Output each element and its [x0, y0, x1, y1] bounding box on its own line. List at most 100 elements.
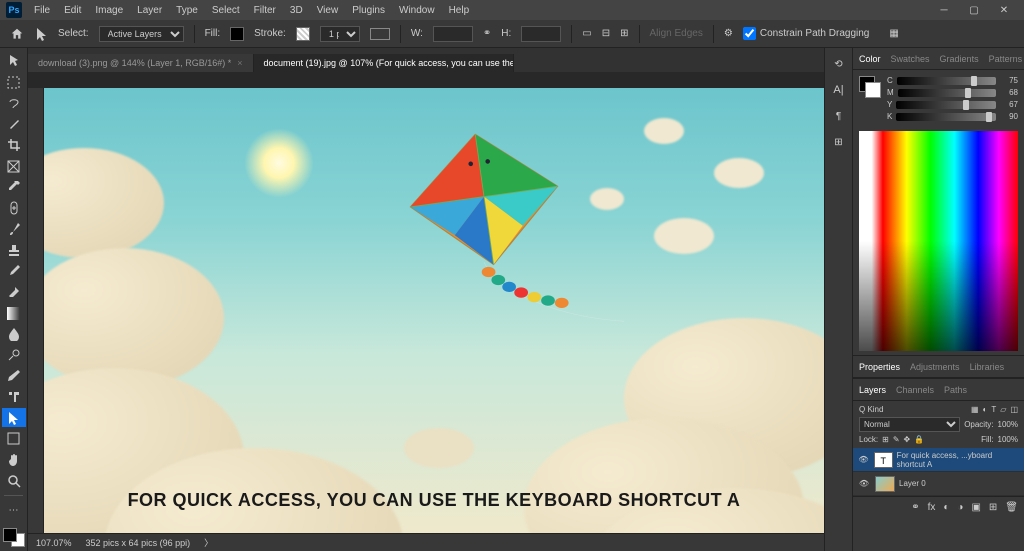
wand-tool[interactable] [2, 115, 26, 134]
stamp-tool[interactable] [2, 241, 26, 260]
stroke-style[interactable] [370, 28, 390, 40]
tab-adjustments[interactable]: Adjustments [910, 362, 960, 372]
eyedropper-tool[interactable] [2, 178, 26, 197]
fill-swatch[interactable] [230, 27, 244, 41]
move-tool[interactable] [2, 52, 26, 71]
lock-trans-icon[interactable]: ⊞ [882, 435, 889, 444]
layer-name[interactable]: For quick access, ...yboard shortcut A [897, 451, 1020, 469]
color-preview[interactable] [859, 76, 881, 98]
ruler-vertical[interactable] [28, 88, 44, 535]
width-input[interactable] [433, 26, 473, 42]
lasso-tool[interactable] [2, 94, 26, 113]
tab-color[interactable]: Color [859, 54, 881, 64]
menu-select[interactable]: Select [206, 3, 246, 18]
pen-tool[interactable] [2, 367, 26, 386]
document-tab[interactable]: document (19).jpg @ 107% (For quick acce… [254, 54, 514, 72]
menu-help[interactable]: Help [443, 3, 476, 18]
gear-icon[interactable]: ⚙ [724, 28, 733, 39]
brushes-icon[interactable]: ⊞ [829, 132, 849, 152]
fill-value[interactable]: 100% [998, 435, 1018, 444]
tab-swatches[interactable]: Swatches [891, 54, 930, 64]
window-minimize[interactable]: ─ [930, 2, 958, 18]
path-ops-icon[interactable]: ▭ [582, 28, 591, 39]
marquee-tool[interactable] [2, 73, 26, 92]
menu-edit[interactable]: Edit [58, 3, 87, 18]
arrange-icon[interactable]: ⊞ [620, 28, 628, 39]
lock-all-icon[interactable]: 🔒 [914, 435, 924, 444]
blur-tool[interactable] [2, 325, 26, 344]
visibility-icon[interactable]: 👁 [857, 477, 871, 491]
path-select-tool[interactable] [2, 408, 26, 427]
menu-view[interactable]: View [311, 3, 345, 18]
menu-type[interactable]: Type [170, 3, 204, 18]
document-tab[interactable]: download (3).png @ 144% (Layer 1, RGB/16… [28, 54, 254, 72]
menu-layer[interactable]: Layer [131, 3, 168, 18]
layer-row[interactable]: 👁 Layer 0 [853, 472, 1024, 496]
type-tool[interactable] [2, 388, 26, 407]
character-icon[interactable]: A| [829, 80, 849, 100]
menu-filter[interactable]: Filter [248, 3, 282, 18]
lock-paint-icon[interactable]: ✎ [893, 435, 900, 444]
fx-icon[interactable]: fx [928, 502, 936, 513]
filter-adj-icon[interactable]: ◐ [983, 405, 988, 414]
layer-thumb[interactable] [875, 476, 895, 492]
history-brush-tool[interactable] [2, 262, 26, 281]
link-layers-icon[interactable]: ⚭ [911, 502, 919, 513]
mask-icon[interactable]: ◐ [943, 502, 949, 513]
menu-image[interactable]: Image [89, 3, 129, 18]
menu-plugins[interactable]: Plugins [346, 3, 391, 18]
filter-smart-icon[interactable]: ◫ [1010, 405, 1018, 414]
link-icon[interactable]: ⚭ [483, 28, 491, 39]
tab-properties[interactable]: Properties [859, 362, 900, 372]
select-mode-dropdown[interactable]: Active Layers [99, 26, 184, 42]
c-slider[interactable] [897, 77, 996, 85]
history-icon[interactable]: ⟲ [829, 54, 849, 74]
filter-type-icon[interactable]: T [991, 405, 996, 414]
tab-paths[interactable]: Paths [944, 385, 967, 395]
blend-mode[interactable]: Normal [859, 417, 960, 432]
tab-patterns[interactable]: Patterns [989, 54, 1023, 64]
home-icon[interactable] [8, 25, 26, 43]
frame-tool[interactable] [2, 157, 26, 176]
workspace-icon[interactable]: ▦ [889, 28, 898, 39]
tab-layers[interactable]: Layers [859, 385, 886, 395]
opacity-value[interactable]: 100% [998, 420, 1018, 429]
tab-libraries[interactable]: Libraries [970, 362, 1005, 372]
visibility-icon[interactable]: 👁 [857, 453, 870, 467]
paragraph-icon[interactable]: ¶ [829, 106, 849, 126]
new-layer-icon[interactable]: ⊞ [989, 502, 997, 513]
zoom-level[interactable]: 107.07% [36, 538, 72, 548]
trash-icon[interactable]: 🗑 [1005, 502, 1018, 513]
tab-channels[interactable]: Channels [896, 385, 934, 395]
hand-tool[interactable] [2, 450, 26, 469]
group-icon[interactable]: ▣ [971, 502, 980, 513]
gradient-tool[interactable] [2, 304, 26, 323]
doc-info[interactable]: 352 pics x 64 pics (96 ppi) [86, 538, 191, 548]
menu-file[interactable]: File [28, 3, 56, 18]
y-slider[interactable] [896, 101, 996, 109]
brush-tool[interactable] [2, 220, 26, 239]
path-select-icon[interactable] [36, 27, 48, 41]
eraser-tool[interactable] [2, 283, 26, 302]
edit-toolbar[interactable]: ⋯ [2, 501, 26, 520]
align-icon[interactable]: ⊟ [602, 28, 610, 39]
color-spectrum[interactable] [859, 131, 1018, 351]
dodge-tool[interactable] [2, 346, 26, 365]
m-slider[interactable] [898, 89, 996, 97]
color-swatches[interactable] [3, 528, 25, 547]
stroke-width[interactable]: 1 px [320, 26, 360, 42]
canvas[interactable]: FOR QUICK ACCESS, YOU CAN USE THE KEYBOA… [44, 88, 824, 533]
lock-pos-icon[interactable]: ✥ [904, 435, 911, 444]
chevron-right-icon[interactable]: 〉 [204, 536, 213, 549]
foreground-color[interactable] [3, 528, 17, 542]
stroke-swatch[interactable] [296, 27, 310, 41]
k-slider[interactable] [896, 113, 996, 121]
canvas-viewport[interactable]: FOR QUICK ACCESS, YOU CAN USE THE KEYBOA… [28, 72, 824, 551]
window-close[interactable]: ✕ [990, 2, 1018, 18]
menu-3d[interactable]: 3D [284, 3, 309, 18]
height-input[interactable] [521, 26, 561, 42]
layer-name[interactable]: Layer 0 [899, 479, 926, 488]
menu-window[interactable]: Window [393, 3, 441, 18]
shape-tool[interactable] [2, 429, 26, 448]
constrain-checkbox[interactable] [743, 27, 756, 40]
